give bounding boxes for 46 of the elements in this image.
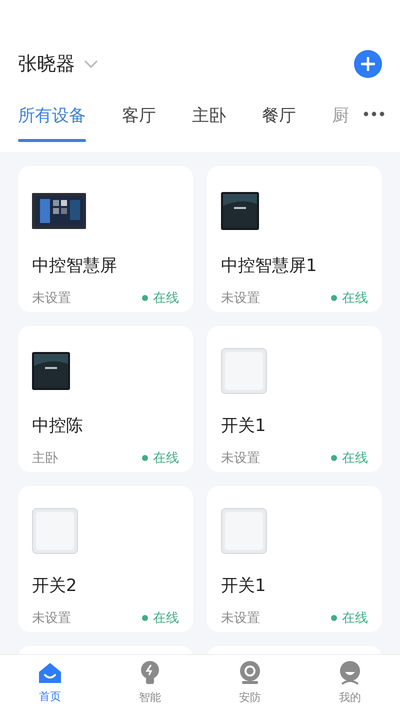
device-card[interactable]: 中控智慧屏1 未设置 在线 [207,166,382,312]
device-status: 在线 [153,290,179,307]
device-status: 在线 [342,450,368,467]
device-card[interactable]: 中控陈 主卧 在线 [18,326,193,472]
nav-tab[interactable]: 安防 [200,655,300,711]
room-tab[interactable]: 客厅 [122,94,156,127]
device-name: 中控智慧屏 [32,255,118,277]
device-name: 中控智慧屏1 [221,255,318,277]
plus-icon [361,57,375,71]
room-tab[interactable]: 所有设备 [18,94,86,142]
control-panel-drawing [32,193,86,229]
control-panel-drawing [32,352,70,390]
device-name: 开关2 [32,575,78,597]
nav-tab[interactable]: 我的 [300,655,400,711]
more-icon[interactable] [363,111,385,117]
device-status: 在线 [342,290,368,307]
wall-switch-drawing [221,508,267,554]
device-card[interactable]: 开关1 未设置 在线 [207,326,382,472]
device-card[interactable]: 开关2 未设置 在线 [18,486,193,632]
device-name: 开关1 [221,415,267,437]
home-name[interactable]: 张晓器 [18,51,75,77]
device-room: 未设置 [221,450,260,467]
device-name: 开关1 [221,575,267,597]
profile-icon [339,661,361,685]
device-room: 未设置 [221,610,260,627]
device-room: 主卧 [32,450,58,467]
camera-icon [239,661,261,685]
device-card[interactable]: 中控智慧屏 未设置 在线 [18,166,193,312]
device-card[interactable]: 开关1 未设置 在线 [207,486,382,632]
room-tab[interactable]: 餐厅 [262,94,296,127]
room-tab[interactable]: 主卧 [192,94,226,127]
nav-tab[interactable]: 智能 [100,655,200,711]
device-room: 未设置 [32,290,71,307]
nav-tab[interactable]: 首页 [0,655,100,711]
home-icon [38,662,62,684]
device-room: 未设置 [32,610,71,627]
device-room: 未设置 [221,290,260,307]
device-name: 中控陈 [32,415,84,437]
wall-switch-drawing [32,508,78,554]
device-status: 在线 [153,610,179,627]
device-status: 在线 [342,610,368,627]
lightbulb-icon [140,661,160,685]
add-button[interactable] [354,50,382,78]
wall-switch-drawing [221,348,267,394]
device-status: 在线 [153,450,179,467]
control-panel-drawing [221,192,259,230]
